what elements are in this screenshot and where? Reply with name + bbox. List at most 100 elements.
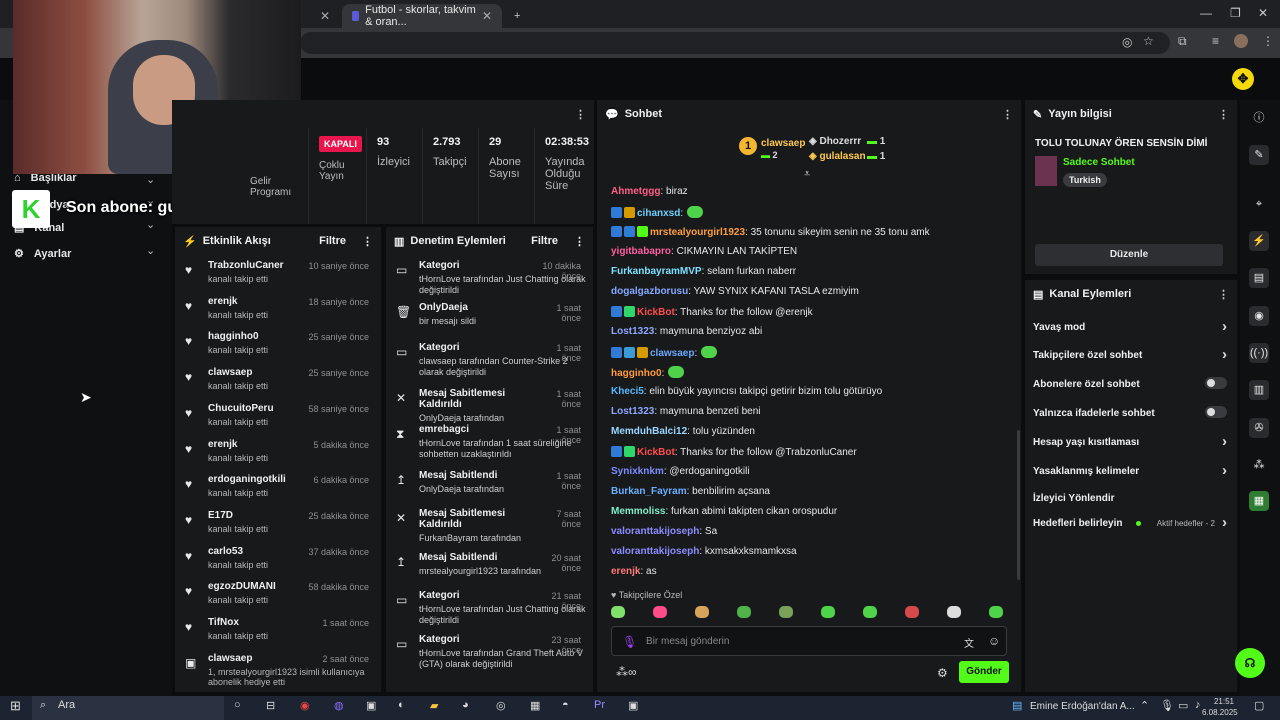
activity-user[interactable]: E17D <box>208 510 233 521</box>
activity-row[interactable]: ♥ erenjk kanalı takip etti 5 dakika önce <box>175 436 381 472</box>
chat-username[interactable]: valoranttakijoseph <box>611 526 699 537</box>
activity-user[interactable]: erdoganingotkili <box>208 474 286 485</box>
chat-username[interactable]: cihanxsd <box>637 208 680 219</box>
chevron-right-icon[interactable]: › <box>1222 514 1227 531</box>
tray-chevron-icon[interactable]: ⌃ <box>1140 699 1149 712</box>
emote-icon[interactable] <box>653 606 667 618</box>
activity-user[interactable]: carlo53 <box>208 546 243 557</box>
activity-user[interactable]: TrabzonluCaner <box>208 260 284 271</box>
broadcast-icon[interactable]: ((·)) <box>1249 343 1269 363</box>
activity-user[interactable]: clawsaep <box>208 367 252 378</box>
channel-action-row[interactable]: Takipçilere özel sohbet › <box>1033 346 1227 363</box>
filter-button[interactable]: Filtre <box>319 235 346 247</box>
chevron-down-icon[interactable]: ⌄ <box>146 244 155 257</box>
emote-icon[interactable] <box>779 606 793 618</box>
channel-action-row[interactable]: Hesap yaşı kısıtlaması › <box>1033 433 1227 450</box>
chat-username[interactable]: hagginho0 <box>611 368 662 379</box>
mic-icon[interactable]: 🎙 <box>622 635 637 649</box>
browser-tab-futbol[interactable]: Futbol - skorlar, takvim & oran... ✕ <box>342 4 502 28</box>
steam-icon[interactable]: ◕ <box>462 699 469 711</box>
clock-date[interactable]: 6.08.2025 <box>1202 708 1238 717</box>
filter-button[interactable]: Filtre <box>531 235 558 247</box>
chat-username[interactable]: Kheci5 <box>611 386 644 397</box>
activity-user[interactable]: TifNox <box>208 617 239 628</box>
top-gifter-3[interactable]: ◈ gulalasan <box>809 151 866 162</box>
chevron-down-icon[interactable]: ⌄ <box>146 173 155 186</box>
chevron-right-icon[interactable]: › <box>1222 318 1227 335</box>
network-icon[interactable]: ▭ <box>1178 699 1188 712</box>
chat-username[interactable]: Lost1323 <box>611 406 654 417</box>
taskbar-search[interactable]: ⌕ Ara <box>32 696 224 720</box>
plus-icon[interactable]: + <box>514 10 520 22</box>
chat-username[interactable]: Ahmetggg <box>611 186 660 197</box>
discord-icon[interactable]: ◍ <box>334 699 344 712</box>
chat-username[interactable]: MemduhBalci12 <box>611 426 687 437</box>
activity-row[interactable]: ♥ E17D kanalı takip etti 25 dakika önce <box>175 507 381 543</box>
more-options-icon[interactable]: ⋮ <box>1002 108 1013 121</box>
gear-icon[interactable]: ⚙ <box>937 666 948 680</box>
moderation-row[interactable]: ↥ Mesaj Sabitlendi OnlyDaeja tarafından 1 s… <box>386 467 593 507</box>
chat-username[interactable]: Lost1323 <box>611 326 654 337</box>
chat-bubble-icon[interactable]: ◉ <box>1249 306 1269 326</box>
focus-icon[interactable]: ⌖ <box>1249 194 1269 214</box>
chat-username[interactable]: KickBot <box>637 307 675 318</box>
activity-row[interactable]: ♥ erenjk kanalı takip etti 18 saniye önce <box>175 293 381 329</box>
eye-off-icon[interactable]: ◎ <box>1122 35 1132 49</box>
maximize-icon[interactable]: ❐ <box>1230 6 1241 20</box>
emote-icon[interactable] <box>821 606 835 618</box>
close-tab-icon[interactable]: ✕ <box>482 9 492 23</box>
moderation-row[interactable]: ▭ Kategori tHornLove tarafından Grand Thef… <box>386 631 593 671</box>
folder-icon[interactable]: ▰ <box>430 699 438 712</box>
category-link[interactable]: Sadece Sohbet <box>1063 157 1135 168</box>
kick-logo-icon[interactable]: ✥ <box>1232 68 1254 90</box>
document-icon[interactable]: ▤ <box>1249 268 1269 288</box>
emote-icon[interactable] <box>737 606 751 618</box>
more-options-icon[interactable]: ⋮ <box>362 235 373 248</box>
more-options-icon[interactable]: ⋮ <box>575 108 586 121</box>
emote-icon[interactable] <box>695 606 709 618</box>
pencil-icon[interactable]: ✎ <box>1249 145 1269 165</box>
activity-user[interactable]: ChucuitoPeru <box>208 403 274 414</box>
chat-username[interactable]: dogalgazborusu <box>611 286 688 297</box>
extensions-icon[interactable]: ⧉ <box>1178 34 1187 49</box>
app-icon[interactable]: ◐ <box>398 699 405 711</box>
emote-icon[interactable] <box>863 606 877 618</box>
activity-row[interactable]: ♥ TifNox kanalı takip etti 1 saat önce <box>175 614 381 650</box>
chevron-right-icon[interactable]: › <box>1222 346 1227 363</box>
chat-username[interactable]: valoranttakijoseph <box>611 546 699 557</box>
chat-username[interactable]: erenjk <box>611 566 640 577</box>
more-options-icon[interactable]: ⋮ <box>1218 108 1229 121</box>
browser-tab-close[interactable]: ✕ <box>300 4 340 28</box>
chat-username[interactable]: mrstealyourgirl1923 <box>650 227 745 238</box>
moderation-row[interactable]: 🗑 OnlyDaeja bir mesajı sildi 1 saat önce <box>386 299 593 339</box>
emote-icon[interactable] <box>989 606 1003 618</box>
channel-action-row[interactable]: Hedefleri belirleyin › Aktif hedefler - 2 <box>1033 514 1227 531</box>
chat-username[interactable]: Memmoliss <box>611 506 665 517</box>
wrench-icon[interactable]: ✇ <box>1249 418 1269 438</box>
toggle-switch[interactable] <box>1205 406 1227 418</box>
premiere-icon[interactable]: Pr <box>594 699 605 711</box>
moderation-row[interactable]: ✕ Mesaj Sabitlemesi Kaldırıldı FurkanBayra… <box>386 505 593 545</box>
edit-button[interactable]: Düzenle <box>1035 244 1223 266</box>
mic-icon[interactable]: 🎙 <box>1160 699 1174 712</box>
url-input[interactable] <box>300 32 1170 54</box>
chat-username[interactable]: Synixknkm <box>611 466 664 477</box>
more-options-icon[interactable]: ⋮ <box>574 235 585 248</box>
emote-icon[interactable] <box>611 606 625 618</box>
channel-action-row[interactable]: Yasaklanmış kelimeler › <box>1033 462 1227 479</box>
info-icon[interactable]: ⓘ <box>1249 108 1269 128</box>
activity-row[interactable]: ♥ clawsaep kanalı takip etti 25 saniye önce <box>175 364 381 400</box>
channel-action-row[interactable]: Yavaş mod › <box>1033 318 1227 335</box>
translate-icon[interactable]: 文 <box>964 635 974 650</box>
activity-row[interactable]: ♥ erdoganingotkili kanalı takip etti 6 daki… <box>175 471 381 507</box>
collapse-icon[interactable]: ⩡ <box>804 168 810 181</box>
send-button[interactable]: Gönder <box>959 661 1009 683</box>
notification-icon[interactable]: ▢ <box>1254 699 1264 712</box>
activity-user[interactable]: clawsaep <box>208 653 252 664</box>
chat-username[interactable]: yigitbabapro <box>611 246 671 257</box>
activity-row[interactable]: ▣ clawsaep 1, mrstealyourgirl1923 isimli k… <box>175 650 381 687</box>
channel-action-row[interactable]: Abonelere özel sohbet <box>1033 377 1227 390</box>
chrome-icon[interactable]: ◉ <box>300 699 310 712</box>
emote-icon[interactable] <box>905 606 919 618</box>
minimize-icon[interactable]: — <box>1200 6 1212 20</box>
